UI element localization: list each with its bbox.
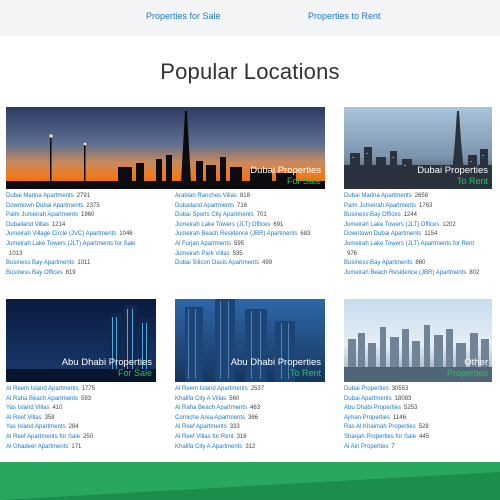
list-item[interactable]: Dubai Marina Apartments 2658 (344, 192, 492, 202)
dubai-sale-caption: Dubai Properties For Sale (250, 165, 321, 187)
abudhabi-sale-banner[interactable]: Abu Dhabi Properties For Sale (6, 299, 156, 382)
footer-pattern (0, 462, 500, 500)
list-item[interactable]: Dubai Properties 30553 (344, 385, 492, 395)
list-item[interactable]: Jumeirah Lake Towers (JLT) Apartments fo… (344, 240, 492, 259)
abudhabi-rent-caption-title: Abu Dhabi Properties (230, 357, 321, 368)
list-item[interactable]: Downtown Dubai Apartments 2375 (6, 202, 171, 212)
list-item[interactable]: Corniche Area Apartments 366 (175, 414, 325, 424)
list-item[interactable]: Al Furjan Apartments 595 (175, 240, 325, 250)
dubai-sale-list-col2: Arabian Ranches Villas 818 Dubailand Apar… (175, 192, 325, 269)
abudhabi-rent-banner[interactable]: Abu Dhabi Properties To Rent (175, 299, 325, 382)
list-item[interactable]: Al Raha Beach Apartments 593 (6, 395, 156, 405)
list-item[interactable]: Jumeirah Beach Residence (JBR) Apartment… (175, 230, 325, 240)
dubai-sale-caption-sub: For Sale (286, 176, 321, 186)
abudhabi-sale-caption-sub: For Sale (117, 368, 152, 378)
other-list: Dubai Properties 30553 Dubai Apartments 18… (344, 385, 492, 452)
properties-to-rent-link[interactable]: Properties to Rent (308, 11, 381, 21)
abudhabi-rent-caption: Abu Dhabi Properties To Rent (231, 357, 321, 379)
list-item[interactable]: Al Reef Villas 358 (6, 414, 156, 424)
list-item[interactable]: Jumeirah Village Circle (JVC) Apartments… (6, 230, 171, 240)
dubai-sale-list-col1: Dubai Marina Apartments 2791 Downtown Dub… (6, 192, 171, 278)
list-item[interactable]: Abu Dhabi Properties 5253 (344, 404, 492, 414)
list-item[interactable]: Al Reef Apartments 333 (175, 423, 325, 433)
card-dubai-sale: Dubai Properties For Sale Dubai Marina A… (6, 107, 325, 276)
list-item[interactable]: Dubai Sports City Apartments 701 (175, 211, 325, 221)
properties-for-sale-link[interactable]: Properties for Sale (146, 11, 221, 21)
list-item[interactable]: Al Ghadeer Apartments 171 (6, 443, 156, 453)
list-item[interactable]: Al Reem Island Apartments 1775 (6, 385, 156, 395)
card-abudhabi-sale: Abu Dhabi Properties For Sale Al Reem Is… (6, 299, 156, 452)
card-other: Other Properties Dubai Properties 30553 D… (344, 299, 492, 452)
dubai-rent-caption-sub: To Rent (456, 176, 488, 186)
list-item[interactable]: Arabian Ranches Villas 818 (175, 192, 325, 202)
dubai-sale-caption-title: Dubai Properties (250, 165, 321, 176)
dubai-sale-banner[interactable]: Dubai Properties For Sale (6, 107, 325, 189)
card-abudhabi-rent: Abu Dhabi Properties To Rent Al Reem Isl… (175, 299, 325, 452)
list-item[interactable]: Business Bay Apartments 1011 (6, 259, 171, 269)
list-item[interactable]: Al Raha Beach Apartments 463 (175, 404, 325, 414)
abudhabi-rent-caption-sub: To Rent (289, 368, 321, 378)
other-caption-sub: Properties (446, 368, 488, 378)
footer-band (0, 462, 500, 500)
list-item[interactable]: Dubailand Apartments 716 (175, 202, 325, 212)
dubai-rent-caption: Dubai Properties To Rent (417, 165, 488, 187)
list-item[interactable]: Ajman Properties 1146 (344, 414, 492, 424)
list-item[interactable]: Business Bay Offices 1244 (344, 211, 492, 221)
list-item[interactable]: Al Reef Villas for Rent 316 (175, 433, 325, 443)
list-item[interactable]: Palm Jumeirah Apartments 1960 (6, 211, 171, 221)
list-item[interactable]: Dubai Silicon Oasis Apartments 499 (175, 259, 325, 269)
dubai-rent-list: Dubai Marina Apartments 2658 Palm Jumeira… (344, 192, 492, 278)
list-item[interactable]: Palm Jumeirah Apartments 1763 (344, 202, 492, 212)
list-item[interactable]: Dubailand Villas 1214 (6, 221, 171, 231)
list-item[interactable]: Yas Island Apartments 284 (6, 423, 156, 433)
list-item[interactable]: Jumeirah Beach Residence (JBR) Apartment… (344, 269, 492, 279)
other-banner[interactable]: Other Properties (344, 299, 492, 382)
abudhabi-sale-caption: Abu Dhabi Properties For Sale (62, 357, 152, 379)
dubai-rent-caption-title: Dubai Properties (417, 165, 488, 176)
top-nav-bar: Properties for Sale Properties to Rent (0, 0, 500, 36)
list-item[interactable]: Dubai Marina Apartments 2791 (6, 192, 171, 202)
list-item[interactable]: Downtown Dubai Apartments 1154 (344, 230, 492, 240)
dubai-rent-banner[interactable]: Dubai Properties To Rent (344, 107, 492, 189)
card-dubai-rent: Dubai Properties To Rent Dubai Marina Ap… (344, 107, 492, 278)
list-item[interactable]: Khalifa City A Villas 560 (175, 395, 325, 405)
list-item[interactable]: Jumeirah Lake Towers (JLT) Offices 1202 (344, 221, 492, 231)
abudhabi-sale-caption-title: Abu Dhabi Properties (61, 357, 152, 368)
other-caption-title: Other (464, 357, 488, 368)
list-item[interactable]: Al Ain Properties 7 (344, 443, 492, 453)
list-item[interactable]: Ras Al Khaimah Properties 528 (344, 423, 492, 433)
list-item[interactable]: Jumeirah Lake Towers (JLT) Offices 691 (175, 221, 325, 231)
other-caption: Other Properties (447, 357, 488, 379)
list-item[interactable]: Khalifa City A Apartments 312 (175, 443, 325, 453)
list-item[interactable]: Jumeirah Park Villas 535 (175, 250, 325, 260)
abudhabi-sale-list: Al Reem Island Apartments 1775 Al Raha Be… (6, 385, 156, 452)
page-title: Popular Locations (160, 59, 340, 84)
list-item[interactable]: Al Reem Island Apartments 2537 (175, 385, 325, 395)
list-item[interactable]: Business Bay Apartments 860 (344, 259, 492, 269)
list-item[interactable]: Dubai Apartments 18083 (344, 395, 492, 405)
list-item[interactable]: Yas Island Villas 410 (6, 404, 156, 414)
list-item[interactable]: Al Reef Apartments for Sale 250 (6, 433, 156, 443)
abudhabi-rent-list: Al Reem Island Apartments 2537 Khalifa Ci… (175, 385, 325, 452)
list-item[interactable]: Jumeirah Lake Towers (JLT) Apartments fo… (6, 240, 171, 259)
list-item[interactable]: Sharjah Properties for Sale 445 (344, 433, 492, 443)
list-item[interactable]: Business Bay Offices 819 (6, 269, 171, 279)
